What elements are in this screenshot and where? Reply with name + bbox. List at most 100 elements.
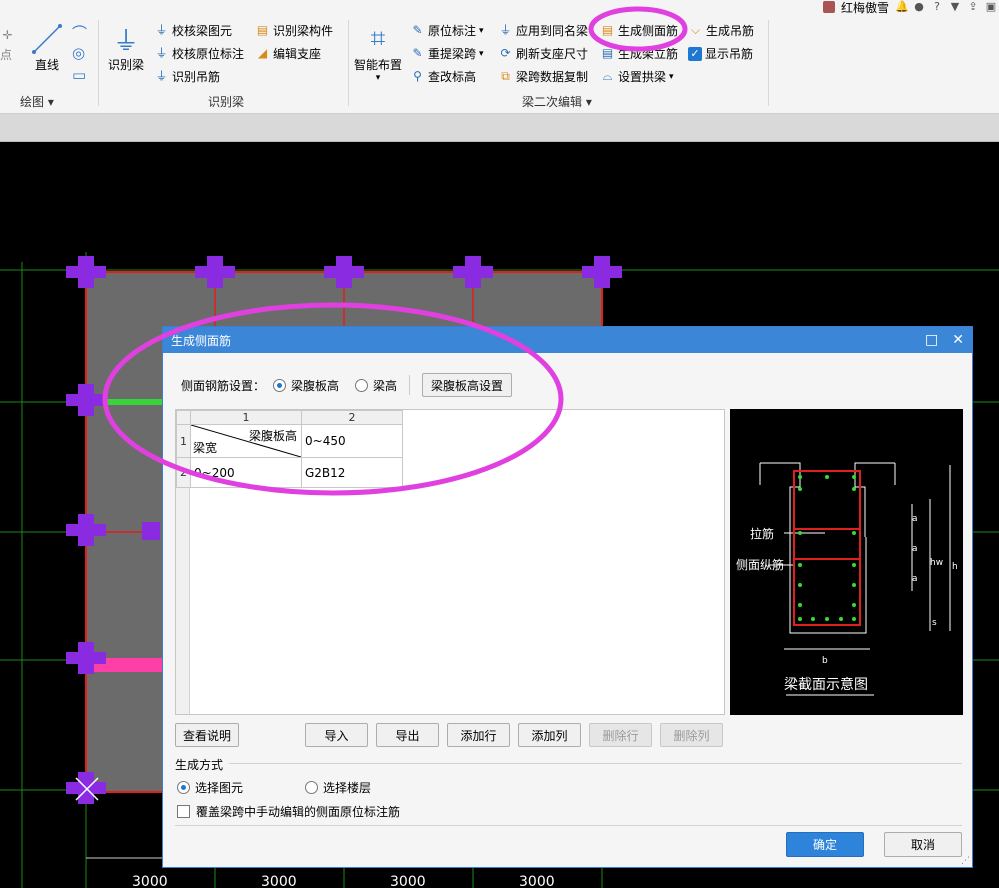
span-copy-button[interactable]: ⧉ 梁跨数据复制 (498, 68, 588, 85)
recognize-beam-button[interactable]: ⏚ 识别梁 (108, 22, 144, 73)
span-copy-label: 梁跨数据复制 (516, 70, 589, 84)
add-row-button[interactable]: 添加行 (447, 723, 510, 747)
overwrite-label: 覆盖梁跨中手动编辑的侧面原位标注筋 (196, 805, 401, 819)
label-tie: 拉筋 (750, 526, 774, 541)
refresh-icon: ⟳ (500, 46, 511, 60)
check-original-button[interactable]: ⏚ 校核原位标注 (154, 45, 244, 62)
original-mark-label: 原位标注 (428, 24, 477, 38)
beam-section-preview: 拉筋 侧面纵筋 a a a hw h s b 梁截面示意图 (730, 409, 963, 715)
smart-place-label: 智能布置 (354, 58, 403, 72)
chevron-down-icon: ▾ (479, 25, 484, 36)
modify-elev-button[interactable]: ⚲ 查改标高 (410, 68, 476, 85)
table-buttons-left: 查看说明 (175, 723, 239, 747)
label-s: s (932, 618, 937, 628)
edit-group-text: 梁二次编辑 (522, 95, 583, 109)
shirt-icon[interactable]: ▼ (949, 1, 961, 13)
recognize-beam-label: 识别梁 (108, 58, 145, 72)
chat-icon[interactable]: ● (913, 1, 925, 13)
app-root: 红梅傲雪 🔔 ● ? ▼ ⇪ ▣ ✛ 点 直线 ⌒ ◎ ▭ 绘图 ▾ ⏚ 识别梁… (0, 0, 999, 888)
label-hw: hw (930, 558, 943, 568)
show-hanger-label: 显示吊筋 (705, 47, 754, 61)
label-h: h (952, 562, 958, 572)
radio-select-element[interactable]: 选择图元 (177, 779, 243, 796)
draw-group-label[interactable]: 绘图 ▾ (20, 93, 54, 110)
help-icon[interactable]: ? (931, 1, 943, 13)
recognize-member-button[interactable]: ▤ 识别梁构件 (255, 22, 333, 39)
arc-icon[interactable]: ⌒ (72, 22, 87, 43)
user-name[interactable]: 红梅傲雪 (841, 0, 889, 16)
check-original-label: 校核原位标注 (172, 47, 245, 61)
line-tool[interactable]: 直线 (30, 22, 64, 73)
delete-column-button[interactable]: 删除列 (660, 723, 723, 747)
table-buttons-right: 导入 导出 添加行 添加列 删除行 删除列 (305, 723, 723, 747)
generation-mode-title: 生成方式 (175, 758, 224, 772)
set-arch-icon: ⌓ (602, 69, 613, 83)
modify-elev-icon: ⚲ (413, 69, 422, 83)
label-b: b (822, 656, 828, 666)
ok-button[interactable]: 确定 (786, 832, 864, 857)
edit-group-label[interactable]: 梁二次编辑 ▾ (522, 93, 592, 110)
rect-icon[interactable]: ▭ (72, 66, 86, 84)
dimension-value: 3000 (519, 874, 555, 888)
recognize-hanger-label: 识别吊筋 (172, 70, 221, 84)
original-mark-icon: ✎ (412, 23, 423, 37)
point-tool[interactable]: ✛ 点 (0, 28, 15, 63)
add-column-button[interactable]: 添加列 (518, 723, 581, 747)
divider (98, 20, 99, 106)
column (142, 522, 160, 540)
apply-same-icon: ⏚ (499, 23, 512, 37)
circle-icon[interactable]: ◎ (72, 44, 85, 62)
edit-support-label: 编辑支座 (273, 47, 322, 61)
maximize-icon[interactable]: □ (925, 332, 938, 348)
delete-row-button[interactable]: 删除行 (589, 723, 652, 747)
check-beam-button[interactable]: ⏚ 校核梁图元 (154, 22, 232, 39)
recognize-group-label: 识别梁 (208, 95, 245, 109)
show-hanger-toggle[interactable]: ✓ 显示吊筋 (688, 45, 753, 62)
divider (348, 20, 349, 106)
avatar[interactable] (822, 1, 835, 13)
dimension-labels: 3000 3000 3000 3000 (0, 874, 999, 888)
gen-hanger-label: 生成吊筋 (706, 24, 755, 38)
check-beam-label: 校核梁图元 (172, 24, 233, 38)
window-icon[interactable]: ▣ (985, 1, 997, 13)
dimension-value: 3000 (390, 874, 426, 888)
dimension-value: 3000 (132, 874, 168, 888)
import-button[interactable]: 导入 (305, 723, 368, 747)
view-help-button[interactable]: 查看说明 (175, 723, 239, 747)
label-a: a (912, 544, 918, 554)
chevron-down-icon: ▾ (375, 73, 381, 83)
edit-support-button[interactable]: ◢ 编辑支座 (255, 45, 321, 62)
cancel-button[interactable]: 取消 (884, 832, 962, 857)
bell-icon[interactable]: 🔔 (895, 1, 909, 13)
set-arch-button[interactable]: ⌓ 设置拱梁 ▾ (600, 68, 674, 85)
export-button[interactable]: 导出 (376, 723, 439, 747)
radio-selected-icon (177, 781, 190, 794)
draw-group-text: 绘图 (20, 95, 45, 109)
toolbar-strip (0, 114, 999, 142)
set-arch-label: 设置拱梁 (618, 70, 667, 84)
apply-same-button[interactable]: ⏚ 应用到同名梁 (498, 22, 588, 39)
point-icon: ✛ (2, 28, 13, 42)
label-a: a (912, 574, 918, 584)
refresh-support-button[interactable]: ⟳ 刷新支座尺寸 (498, 45, 588, 62)
gen-hanger-button[interactable]: ⌵ 生成吊筋 (688, 22, 754, 39)
reextract-span-label: 重提梁跨 (428, 47, 477, 61)
reextract-span-button[interactable]: ✎ 重提梁跨 ▾ (410, 45, 483, 62)
radio-select-floor[interactable]: 选择楼层 (305, 779, 371, 796)
grid-place-icon: ⌗ (370, 23, 386, 54)
ribbon: 红梅傲雪 🔔 ● ? ▼ ⇪ ▣ ✛ 点 直线 ⌒ ◎ ▭ 绘图 ▾ ⏚ 识别梁… (0, 0, 999, 114)
window-controls: □ ✕ (925, 332, 964, 348)
label-side-long: 侧面纵筋 (736, 557, 784, 572)
resize-grip-icon[interactable]: ⋰ (961, 856, 970, 866)
edit-support-icon: ◢ (257, 46, 268, 60)
smart-place-button[interactable]: ⌗ 智能布置 ▾ (354, 22, 403, 84)
overwrite-checkbox[interactable]: 覆盖梁跨中手动编辑的侧面原位标注筋 (177, 803, 400, 820)
original-mark-button[interactable]: ✎ 原位标注 ▾ (410, 22, 484, 39)
highlight-ellipse-ribbon (588, 6, 688, 52)
recognize-hanger-button[interactable]: ⏚ 识别吊筋 (154, 68, 220, 85)
reextract-span-icon: ✎ (412, 46, 423, 60)
close-icon[interactable]: ✕ (952, 332, 964, 348)
dialog-footer: 确定 取消 (786, 832, 962, 857)
export-icon[interactable]: ⇪ (967, 1, 979, 13)
line-label: 直线 (34, 58, 59, 72)
